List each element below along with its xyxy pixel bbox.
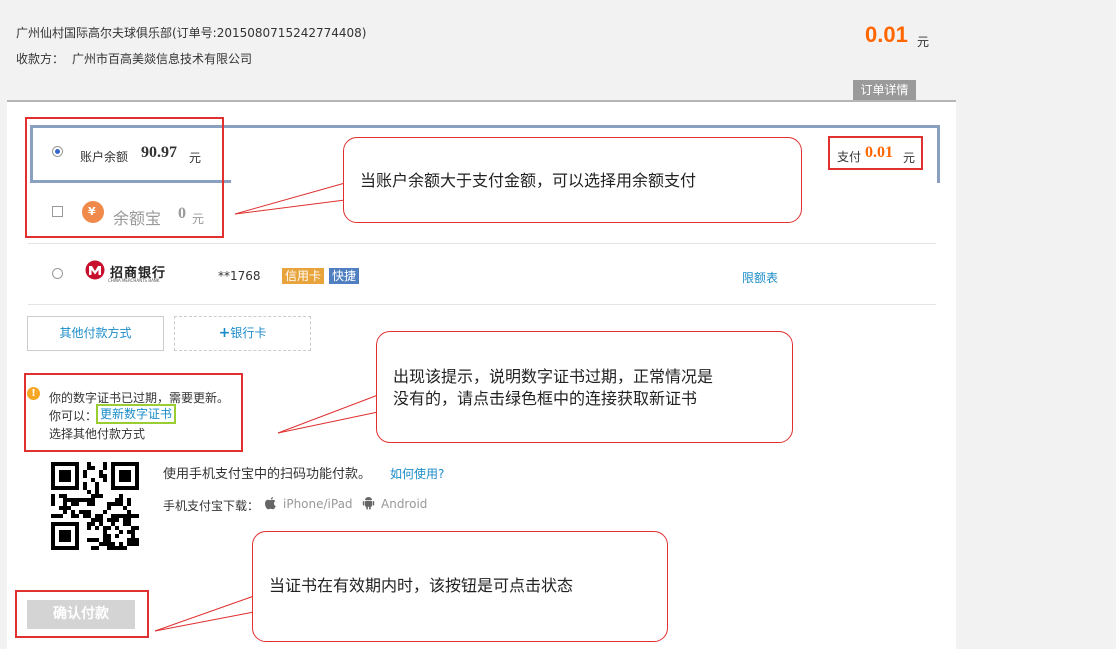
certificate-callout-line1: 出现该提示，说明数字证书过期，正常情况是 — [393, 367, 714, 386]
confirm-callout: 当证书在有效期内时，该按钮是可点击状态 — [252, 531, 668, 642]
certificate-callout-pointer — [277, 394, 379, 434]
certificate-callout-line2: 没有的，请点击绿色框中的连接获取新证书 — [393, 389, 698, 408]
balance-callout-pointer — [234, 182, 346, 215]
balance-callout: 当账户余额大于支付金额，可以选择用余额支付 — [343, 137, 802, 223]
certificate-callout: 出现该提示，说明数字证书过期，正常情况是 没有的，请点击绿色框中的连接获取新证书 — [376, 331, 793, 443]
confirm-callout-pointer — [154, 595, 255, 632]
